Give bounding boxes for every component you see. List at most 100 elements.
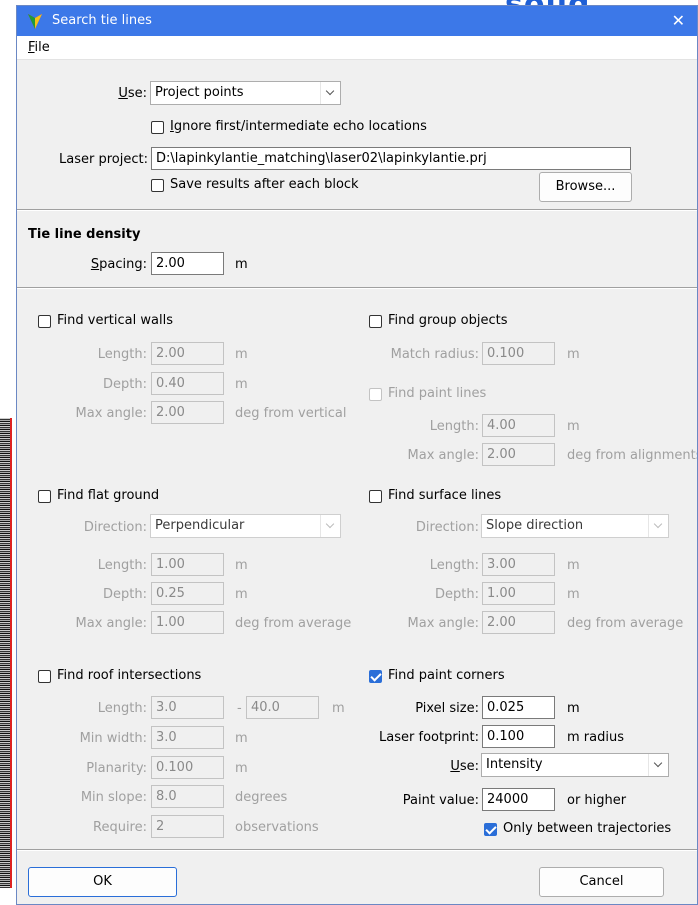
flat-length-unit: m — [235, 558, 248, 573]
flat-maxangle-field[interactable]: 1.00 — [151, 611, 224, 634]
walls-maxangle-field[interactable]: 2.00 — [151, 401, 224, 424]
surface-length-field[interactable]: 3.00 — [482, 553, 555, 576]
roof-length-dash: - — [237, 701, 242, 716]
flat-length-field[interactable]: 1.00 — [151, 553, 224, 576]
laser-footprint-field[interactable]: 0.100 — [482, 725, 555, 748]
find-group-objects-checkbox[interactable] — [369, 315, 382, 328]
flat-maxangle-label: Max angle: — [75, 616, 147, 631]
roof-minslope-field[interactable]: 8.0 — [151, 785, 224, 808]
only-between-trajectories-label: Only between trajectories — [503, 821, 672, 836]
paint-value-label: Paint value: — [402, 793, 479, 808]
corners-use-select[interactable]: Intensity — [481, 753, 669, 777]
use-select-value: Project points — [155, 85, 244, 100]
pixel-size-unit: m — [567, 701, 580, 716]
paint-value-field[interactable]: 24000 — [482, 788, 555, 811]
walls-depth-field[interactable]: 0.40 — [151, 372, 224, 395]
menu-file[interactable]: File — [28, 40, 50, 55]
roof-length-unit: m — [332, 701, 345, 716]
roof-minwidth-unit: m — [235, 731, 248, 746]
flat-depth-label: Depth: — [103, 587, 147, 602]
surface-depth-field[interactable]: 1.00 — [482, 582, 555, 605]
paint-value-unit: or higher — [567, 793, 627, 808]
walls-length-field[interactable]: 2.00 — [151, 342, 224, 365]
save-results-checkbox[interactable] — [151, 179, 164, 192]
flat-depth-unit: m — [235, 587, 248, 602]
roof-require-label: Require: — [93, 820, 147, 835]
corners-use-accel: U — [450, 759, 460, 774]
pixel-size-field[interactable]: 0.025 — [482, 696, 555, 719]
search-tie-lines-dialog: Search tie lines ✕ File Use: Project poi… — [16, 5, 698, 905]
roof-require-field[interactable]: 2 — [151, 815, 224, 838]
flat-direction-value: Perpendicular — [155, 518, 245, 533]
ignore-echo-checkbox[interactable] — [151, 121, 164, 134]
find-paint-corners-checkbox[interactable] — [369, 670, 382, 683]
spacing-field[interactable]: 2.00 — [151, 252, 224, 275]
find-group-objects-label: Find group objects — [388, 313, 508, 328]
surface-direction-value: Slope direction — [486, 518, 584, 533]
spacing-label-rest: pacing: — [99, 257, 147, 272]
browse-button[interactable]: Browse... — [539, 172, 632, 202]
find-paint-lines-checkbox[interactable] — [369, 388, 382, 401]
separator — [17, 287, 697, 289]
walls-length-unit: m — [235, 347, 248, 362]
find-flat-ground-label: Find flat ground — [57, 488, 160, 503]
separator — [17, 209, 697, 211]
paintlines-length-label: Length: — [429, 419, 479, 434]
find-flat-ground-checkbox[interactable] — [38, 490, 51, 503]
roof-minwidth-field[interactable]: 3.0 — [151, 726, 224, 749]
paintlines-maxangle-field[interactable]: 2.00 — [482, 443, 555, 466]
terrasolid-app-icon — [28, 14, 42, 29]
walls-depth-unit: m — [235, 377, 248, 392]
roof-minslope-label: Min slope: — [80, 790, 147, 805]
find-roof-intersections-checkbox[interactable] — [38, 670, 51, 683]
roof-minwidth-label: Min width: — [79, 731, 147, 746]
roof-length-min-field[interactable]: 3.0 — [151, 696, 224, 719]
corners-use-label: Use: — [347, 759, 479, 774]
spacing-accel: S — [90, 257, 100, 272]
ok-button[interactable]: OK — [28, 867, 177, 897]
close-icon[interactable]: ✕ — [672, 11, 685, 30]
roof-length-max-field[interactable]: 40.0 — [246, 696, 319, 719]
find-vertical-walls-label: Find vertical walls — [57, 313, 173, 328]
match-radius-unit: m — [567, 347, 580, 362]
surface-maxangle-label: Max angle: — [407, 616, 479, 631]
surface-maxangle-field[interactable]: 2.00 — [482, 611, 555, 634]
window-title: Search tie lines — [52, 13, 152, 28]
paintlines-length-field[interactable]: 4.00 — [482, 414, 555, 437]
laser-project-field[interactable]: D:\lapinkylantie_matching\laser02\lapink… — [151, 147, 631, 170]
find-surface-lines-checkbox[interactable] — [369, 490, 382, 503]
use-select[interactable]: Project points — [150, 81, 341, 105]
laser-project-label: Laser project: — [59, 152, 148, 167]
flat-depth-field[interactable]: 0.25 — [151, 582, 224, 605]
find-vertical-walls-checkbox[interactable] — [38, 315, 51, 328]
roof-planarity-field[interactable]: 0.100 — [151, 756, 224, 779]
paintlines-length-unit: m — [567, 419, 580, 434]
flat-length-label: Length: — [97, 558, 147, 573]
ignore-label-rest: gnore first/intermediate echo locations — [173, 119, 427, 134]
surface-maxangle-unit: deg from average — [567, 616, 684, 631]
use-accel: U — [118, 86, 128, 101]
find-paint-lines-label: Find paint lines — [388, 386, 487, 401]
find-roof-intersections-label: Find roof intersections — [57, 668, 202, 683]
menu-file-label: ile — [34, 40, 50, 55]
walls-length-label: Length: — [97, 347, 147, 362]
separator — [17, 849, 697, 851]
pixel-size-label: Pixel size: — [415, 701, 479, 716]
only-between-trajectories-checkbox[interactable] — [484, 823, 497, 836]
match-radius-label: Match radius: — [390, 347, 479, 362]
roof-require-unit: observations — [235, 820, 319, 835]
roof-planarity-unit: m — [235, 761, 248, 776]
surface-length-unit: m — [567, 558, 580, 573]
surface-direction-select[interactable]: Slope direction — [481, 514, 669, 538]
surface-direction-label: Direction: — [415, 520, 479, 535]
surface-length-label: Length: — [429, 558, 479, 573]
cancel-button[interactable]: Cancel — [539, 867, 664, 897]
find-paint-corners-label: Find paint corners — [388, 668, 505, 683]
spacing-unit: m — [235, 257, 248, 272]
title-bar: Search tie lines ✕ — [17, 6, 697, 36]
walls-maxangle-label: Max angle: — [75, 406, 147, 421]
walls-depth-label: Depth: — [103, 377, 147, 392]
flat-maxangle-unit: deg from average — [235, 616, 352, 631]
flat-direction-select[interactable]: Perpendicular — [150, 514, 341, 538]
match-radius-field[interactable]: 0.100 — [482, 342, 555, 365]
